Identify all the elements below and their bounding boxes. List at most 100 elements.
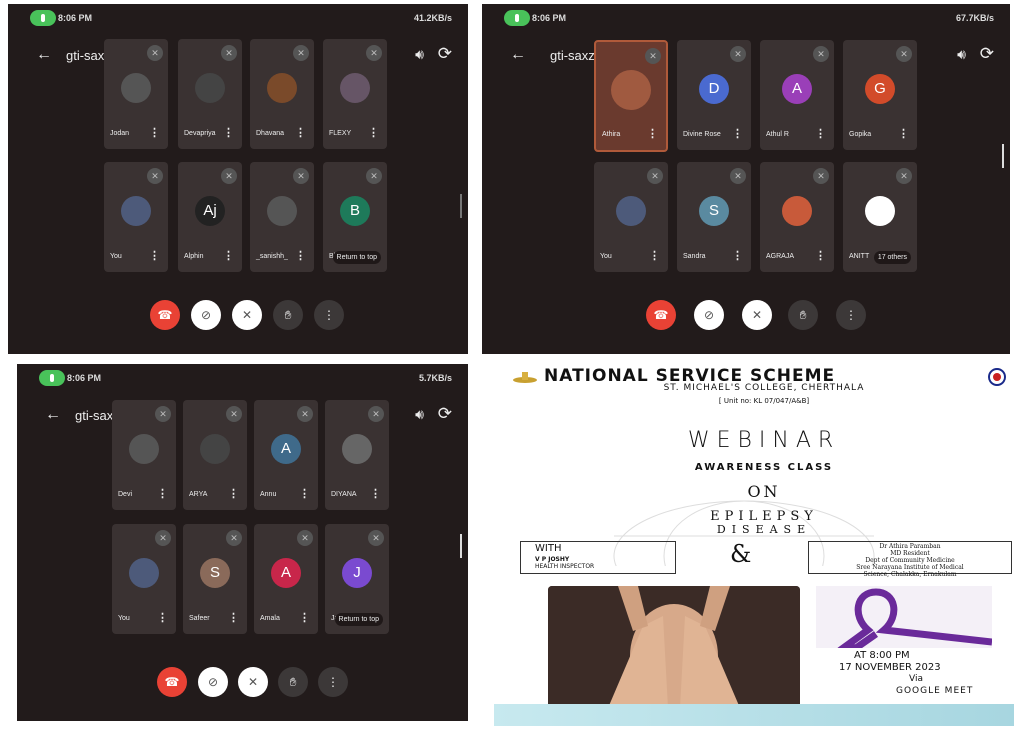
- camera-off-button[interactable]: ⊘: [694, 300, 724, 330]
- more-options-icon[interactable]: ⋮: [295, 126, 306, 139]
- end-call-button[interactable]: ☎: [646, 300, 676, 330]
- more-options-icon[interactable]: ⋮: [228, 611, 239, 624]
- back-arrow-icon[interactable]: ←: [45, 406, 61, 424]
- avatar: S: [200, 558, 230, 588]
- more-options-icon[interactable]: ⋮: [815, 127, 826, 140]
- back-arrow-icon[interactable]: ←: [36, 46, 52, 64]
- back-arrow-icon[interactable]: ←: [510, 46, 526, 64]
- participant-name: You: [118, 615, 130, 622]
- participant-tile[interactable]: ✕ A Annu ⋮: [254, 400, 318, 510]
- status-bar: 8:06 PM 41.2KB/s: [8, 10, 468, 28]
- avatar: [616, 196, 646, 226]
- participant-tile[interactable]: ✕ ARYA ⋮: [183, 400, 247, 510]
- participant-name: Annu: [260, 491, 277, 498]
- participant-tile[interactable]: ✕ A Athul R ⋮: [760, 40, 834, 150]
- end-call-button[interactable]: ☎: [157, 667, 187, 697]
- meet-screenshot-2: 8:06 PM 67.7KB/s ← gti-saxz-ydd 🔊︎ ⟳ ✕ At…: [482, 4, 1010, 354]
- participant-tile[interactable]: ✕ G Gopika ⋮: [843, 40, 917, 150]
- switch-camera-icon[interactable]: ⟳: [438, 44, 452, 64]
- switch-camera-icon[interactable]: ⟳: [980, 44, 994, 64]
- participant-tile[interactable]: ✕ Devapriya ⋮: [178, 39, 242, 149]
- scrollbar[interactable]: [460, 194, 462, 218]
- camera-off-button[interactable]: ⊘: [191, 300, 221, 330]
- participant-tile[interactable]: ✕ You ⋮: [594, 162, 668, 272]
- participant-tile[interactable]: ✕ DIYANA ⋮: [325, 400, 389, 510]
- more-options-icon[interactable]: ⋮: [299, 487, 310, 500]
- webinar-poster: NATIONAL SERVICE SCHEME ST. MICHAEL'S CO…: [494, 364, 1014, 726]
- avatar: [782, 196, 812, 226]
- more-options-icon[interactable]: ⋮: [157, 487, 168, 500]
- more-button[interactable]: ⋮: [314, 300, 344, 330]
- muted-mic-icon: ✕: [155, 530, 171, 546]
- participant-tile[interactable]: ✕ Jodan ⋮: [104, 39, 168, 149]
- participant-tile[interactable]: ✕ ANITT 17 others: [843, 162, 917, 272]
- participant-tile[interactable]: ✕ Devi ⋮: [112, 400, 176, 510]
- more-options-icon[interactable]: ⋮: [732, 249, 743, 262]
- more-options-icon[interactable]: ⋮: [370, 487, 381, 500]
- switch-camera-icon[interactable]: ⟳: [438, 404, 452, 424]
- more-options-icon[interactable]: ⋮: [149, 126, 160, 139]
- avatar: [342, 434, 372, 464]
- more-options-icon[interactable]: ⋮: [898, 127, 909, 140]
- participant-name: Devapriya: [184, 130, 216, 137]
- others-count[interactable]: 17 others: [873, 251, 911, 264]
- participant-name: You: [110, 253, 122, 260]
- speaker-icon[interactable]: 🔊︎: [415, 406, 424, 423]
- avatar: [267, 196, 297, 226]
- return-to-top-button[interactable]: Return to top: [334, 613, 383, 626]
- participant-tile[interactable]: ✕ _sanishh_ ⋮: [250, 162, 314, 272]
- avatar: Aj: [195, 196, 225, 226]
- raise-hand-button[interactable]: ✋︎: [273, 300, 303, 330]
- muted-mic-icon: ✕: [730, 168, 746, 184]
- more-options-icon[interactable]: ⋮: [223, 249, 234, 262]
- return-to-top-button[interactable]: Return to top: [332, 251, 381, 264]
- speaker-icon[interactable]: 🔊︎: [957, 46, 966, 63]
- mic-off-button[interactable]: ✕: [238, 667, 268, 697]
- raise-hand-button[interactable]: ✋︎: [788, 300, 818, 330]
- scrollbar[interactable]: [1002, 144, 1004, 168]
- more-options-icon[interactable]: ⋮: [368, 126, 379, 139]
- mic-off-button[interactable]: ✕: [232, 300, 262, 330]
- more-options-icon[interactable]: ⋮: [228, 487, 239, 500]
- unit-number: [ Unit no: KL 07/047/A&B]: [718, 397, 810, 405]
- muted-mic-icon: ✕: [368, 530, 384, 546]
- raise-hand-button[interactable]: ✋︎: [278, 667, 308, 697]
- participant-tile[interactable]: ✕ Dhavana ⋮: [250, 39, 314, 149]
- more-options-icon[interactable]: ⋮: [299, 611, 310, 624]
- more-options-icon[interactable]: ⋮: [149, 249, 160, 262]
- participant-tile[interactable]: ✕ D Divine Rose ⋮: [677, 40, 751, 150]
- speaker-box-1: WITH V P JOSHY HEALTH INSPECTOR: [520, 541, 676, 574]
- mic-off-button[interactable]: ✕: [742, 300, 772, 330]
- participant-tile[interactable]: ✕ FLEXY ⋮: [323, 39, 387, 149]
- more-options-icon[interactable]: ⋮: [815, 249, 826, 262]
- participant-tile[interactable]: ✕ You ⋮: [104, 162, 168, 272]
- more-button[interactable]: ⋮: [836, 300, 866, 330]
- muted-mic-icon: ✕: [366, 45, 382, 61]
- end-call-button[interactable]: ☎: [150, 300, 180, 330]
- more-options-icon[interactable]: ⋮: [157, 611, 168, 624]
- muted-mic-icon: ✕: [293, 45, 309, 61]
- more-options-icon[interactable]: ⋮: [295, 249, 306, 262]
- more-button[interactable]: ⋮: [318, 667, 348, 697]
- scrollbar[interactable]: [460, 534, 462, 558]
- more-options-icon[interactable]: ⋮: [647, 127, 658, 140]
- speaker-icon[interactable]: 🔊︎: [415, 46, 424, 63]
- more-options-icon[interactable]: ⋮: [223, 126, 234, 139]
- participant-tile[interactable]: ✕ S Safeer ⋮: [183, 524, 247, 634]
- mic-indicator-icon: [504, 10, 530, 26]
- participant-tile-speaking[interactable]: ✕ Athira ⋮: [594, 40, 668, 152]
- on-text: ON: [747, 482, 781, 501]
- participant-tile[interactable]: ✕ A Amala ⋮: [254, 524, 318, 634]
- more-options-icon[interactable]: ⋮: [649, 249, 660, 262]
- hands-over-face-image: [548, 586, 800, 708]
- camera-off-button[interactable]: ⊘: [198, 667, 228, 697]
- participant-tile[interactable]: ✕ Aj Alphin ⋮: [178, 162, 242, 272]
- topic-epilepsy: EPILEPSY: [710, 509, 818, 524]
- more-options-icon[interactable]: ⋮: [732, 127, 743, 140]
- participant-tile[interactable]: ✕JJaReturn to top: [325, 524, 389, 634]
- participant-tile[interactable]: ✕ AGRAJA ⋮: [760, 162, 834, 272]
- participant-tile[interactable]: ✕ S Sandra ⋮: [677, 162, 751, 272]
- participant-tile[interactable]: ✕BBhReturn to top: [323, 162, 387, 272]
- participant-tile[interactable]: ✕ You ⋮: [112, 524, 176, 634]
- person-photo: [548, 586, 800, 708]
